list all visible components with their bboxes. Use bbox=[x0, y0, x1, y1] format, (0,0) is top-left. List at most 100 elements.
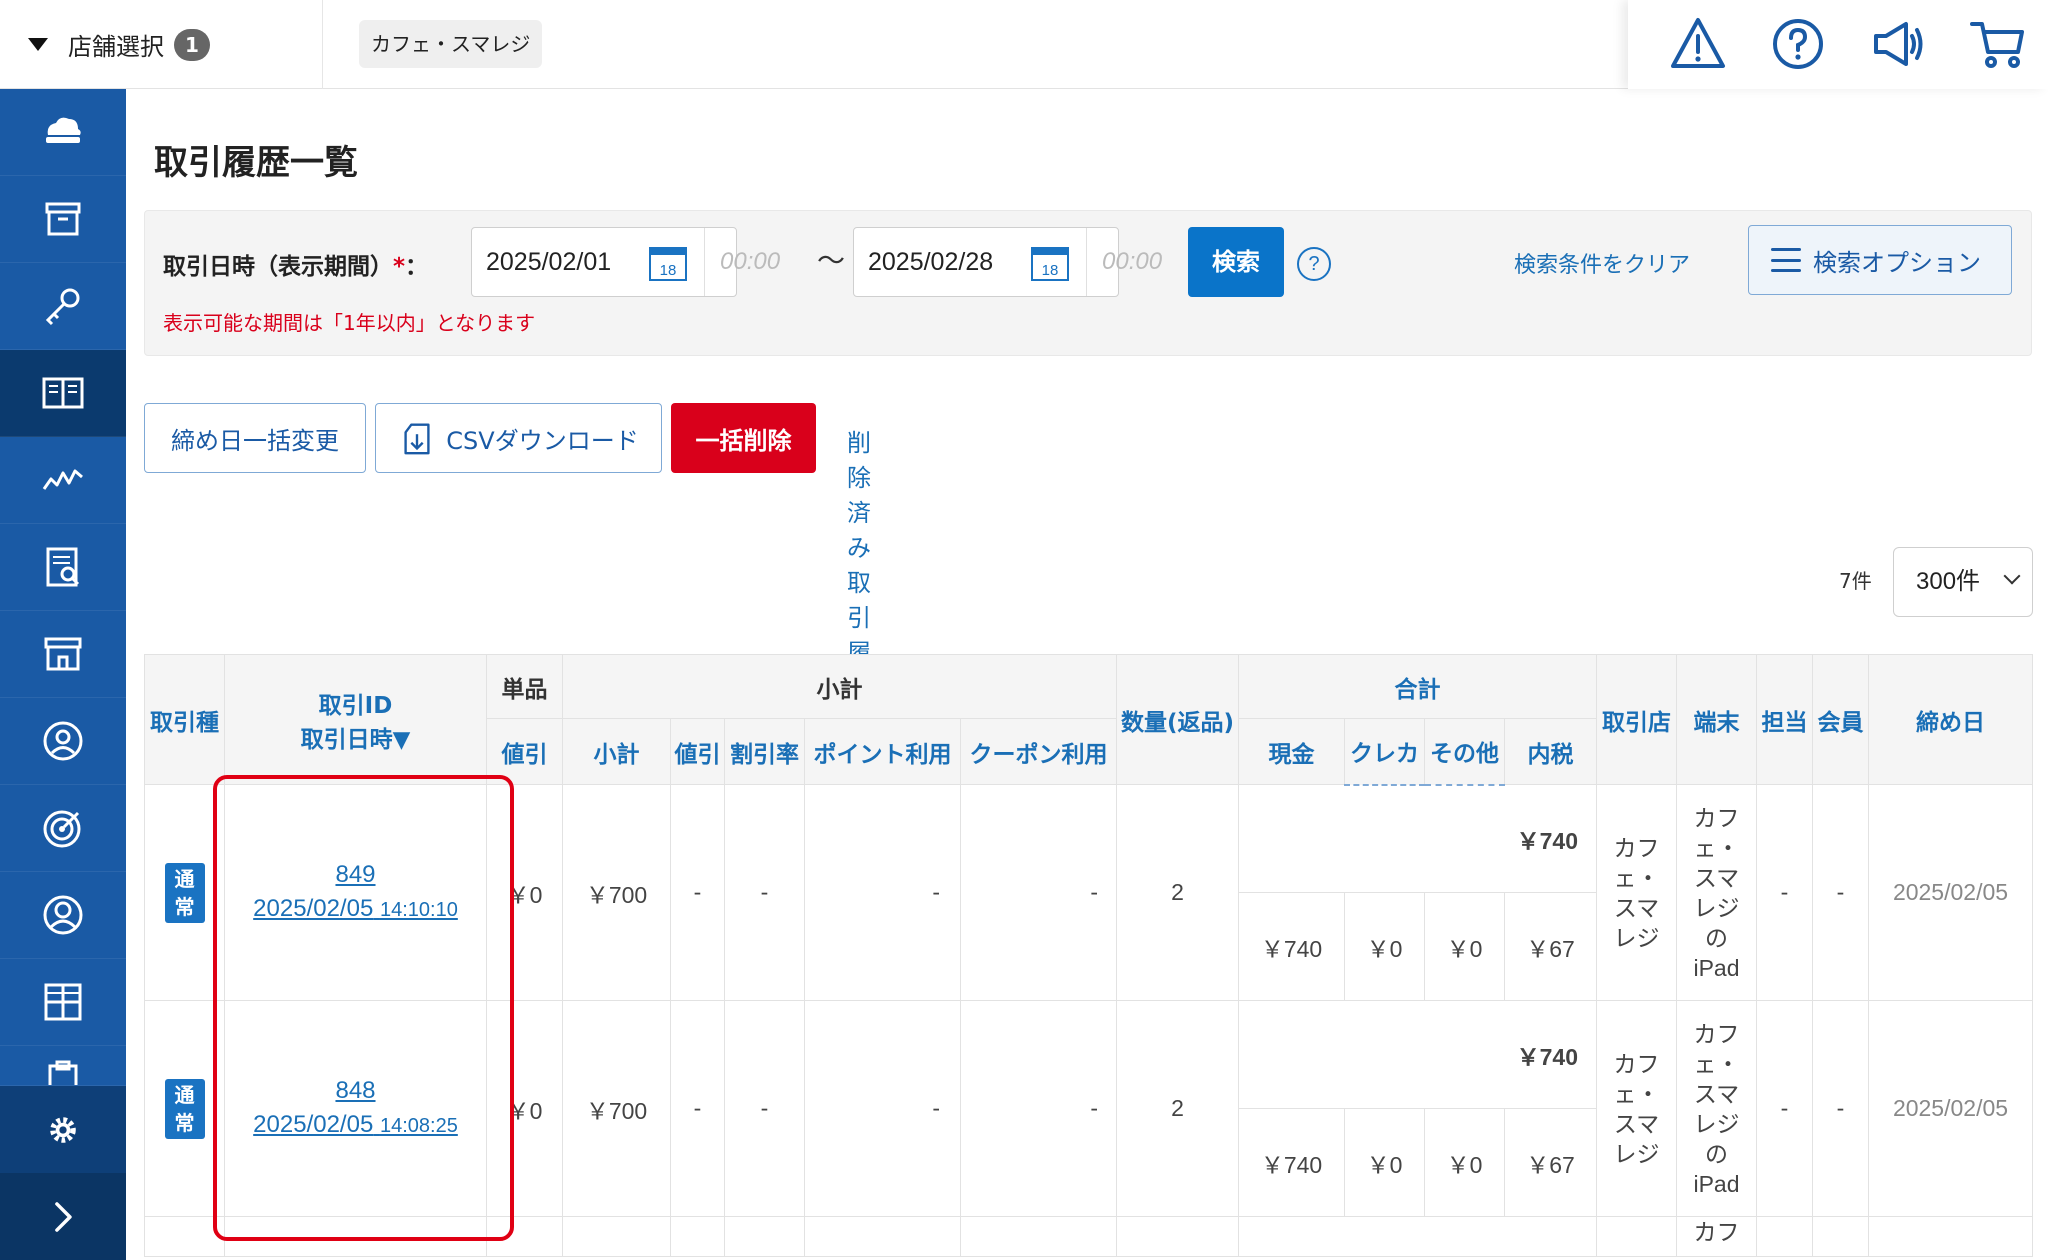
search-help-icon[interactable]: ? bbox=[1297, 247, 1331, 281]
type-badge: 通常 bbox=[164, 862, 205, 923]
clear-conditions-link[interactable]: 検索条件をクリア bbox=[1514, 247, 1690, 279]
col-header-quantity[interactable]: 数量(返品) bbox=[1116, 654, 1239, 785]
col-header-date[interactable]: 取引日時▼ bbox=[225, 720, 486, 754]
col-header-total-group[interactable]: 合計 bbox=[1238, 654, 1597, 719]
period-label: 取引日時（表示期間）*： bbox=[163, 247, 428, 281]
calendar-icon[interactable]: 18 bbox=[648, 244, 688, 282]
field-divider bbox=[704, 228, 705, 296]
from-time-value[interactable]: 00:00 bbox=[720, 248, 780, 276]
member-icon bbox=[43, 895, 83, 935]
col-header-credit[interactable]: クレカ bbox=[1344, 718, 1425, 786]
col-header-id[interactable]: 取引ID bbox=[225, 686, 486, 720]
to-date-value[interactable]: 2025/02/28 bbox=[868, 248, 993, 277]
col-header-sub-discount[interactable]: 値引 bbox=[670, 718, 725, 785]
gear-icon bbox=[50, 1116, 76, 1143]
col-header-cash[interactable]: 現金 bbox=[1238, 718, 1345, 785]
sidebar-item-members[interactable] bbox=[0, 872, 126, 959]
col-header-store[interactable]: 取引店 bbox=[1596, 654, 1677, 785]
cart-icon[interactable] bbox=[1968, 14, 2028, 74]
tax-cell: ￥67 bbox=[1504, 1108, 1597, 1217]
store-select-label: 店舗選択 bbox=[68, 33, 164, 61]
period-note: 表示可能な期間は「1年以内」となります bbox=[163, 311, 536, 335]
sidebar-item-inventory[interactable] bbox=[0, 176, 126, 263]
search-panel: 取引日時（表示期間）*： 2025/02/01 18 00:00 〜 2025/… bbox=[144, 210, 2032, 356]
warning-icon[interactable] bbox=[1668, 14, 1728, 74]
required-mark: * bbox=[393, 254, 406, 280]
partial-cell bbox=[1812, 1216, 1869, 1257]
credit-cell: ￥0 bbox=[1344, 1108, 1425, 1217]
staff-cell: - bbox=[1756, 1000, 1813, 1217]
search-options-button[interactable]: 検索オプション bbox=[1748, 225, 2012, 295]
closing-cell: 2025/02/05 bbox=[1868, 1000, 2033, 1217]
col-header-closing[interactable]: 締め日 bbox=[1868, 654, 2033, 785]
sidebar-item-transactions[interactable] bbox=[0, 350, 126, 437]
help-icon[interactable] bbox=[1768, 14, 1828, 74]
sidebar-item-analytics[interactable] bbox=[0, 437, 126, 524]
col-header-coupon[interactable]: クーポン利用 bbox=[960, 718, 1117, 785]
store-line: ェ・ bbox=[1613, 864, 1660, 891]
partial-cell bbox=[670, 1216, 725, 1257]
col-header-subtotal[interactable]: 小計 bbox=[562, 718, 671, 785]
member-cell: - bbox=[1812, 784, 1869, 1001]
store-cell: カフ ェ・ スマ レジ bbox=[1596, 784, 1677, 1001]
from-date-value[interactable]: 2025/02/01 bbox=[486, 248, 611, 277]
download-icon bbox=[404, 423, 430, 455]
col-header-member[interactable]: 会員 bbox=[1812, 654, 1869, 785]
target-icon bbox=[43, 810, 81, 848]
type-badge-bottom: 常 bbox=[174, 894, 195, 919]
page-title: 取引履歴一覧 bbox=[154, 143, 358, 183]
calendar-icon[interactable]: 18 bbox=[1030, 244, 1070, 282]
col-header-unit: 単品 bbox=[486, 654, 563, 719]
page-size-select[interactable]: 300件 bbox=[1893, 547, 2033, 617]
store-line: レジ bbox=[1613, 924, 1660, 951]
megaphone-icon[interactable] bbox=[1868, 14, 1928, 74]
subtotal-cell: ￥700 bbox=[562, 784, 671, 1001]
csv-download-button[interactable]: CSVダウンロード bbox=[375, 403, 662, 473]
store-count-badge: 1 bbox=[174, 28, 210, 61]
expand-sidebar-button[interactable] bbox=[0, 1173, 126, 1260]
credit-cell: ￥0 bbox=[1344, 892, 1425, 1001]
sidebar-item-clipboard[interactable] bbox=[0, 1046, 126, 1086]
terminal-line: ェ・ bbox=[1693, 834, 1740, 861]
terminal-line: ェ・ bbox=[1693, 1050, 1740, 1077]
from-date-field[interactable]: 2025/02/01 18 00:00 bbox=[471, 227, 780, 297]
caret-down-icon bbox=[28, 38, 48, 51]
sidebar-item-register[interactable] bbox=[0, 89, 126, 176]
col-header-id-date[interactable]: 取引ID 取引日時▼ bbox=[224, 654, 487, 785]
store-line: レジ bbox=[1613, 1140, 1660, 1167]
type-badge-top: 通 bbox=[174, 866, 195, 891]
sidebar-item-reports[interactable] bbox=[0, 524, 126, 611]
sidebar-item-customers[interactable] bbox=[0, 698, 126, 785]
sidebar-item-settings-key[interactable] bbox=[0, 263, 126, 350]
terminal-line: iPad bbox=[1693, 954, 1740, 981]
sub-discount-cell: - bbox=[670, 784, 725, 1001]
store-cell: カフ ェ・ スマ レジ bbox=[1596, 1000, 1677, 1217]
quantity-cell: 2 bbox=[1116, 1000, 1239, 1217]
sidebar-item-apps[interactable] bbox=[0, 959, 126, 1046]
settings-button[interactable] bbox=[0, 1086, 126, 1173]
terminal-line: スマ bbox=[1693, 1080, 1740, 1107]
col-header-tax[interactable]: 内税 bbox=[1504, 718, 1597, 785]
col-header-subtotal-group: 小計 bbox=[562, 654, 1117, 719]
bulk-delete-button[interactable]: 一括削除 bbox=[671, 403, 816, 473]
result-count: 7件 bbox=[1839, 569, 1872, 593]
search-button[interactable]: 検索 bbox=[1188, 227, 1284, 297]
terminal-line: の bbox=[1705, 1140, 1728, 1167]
col-header-staff[interactable]: 担当 bbox=[1756, 654, 1813, 785]
to-date-field[interactable]: 2025/02/28 18 00:00 bbox=[853, 227, 1162, 297]
sidebar-item-stores[interactable] bbox=[0, 611, 126, 698]
partial-cell bbox=[1868, 1216, 2033, 1257]
col-header-other[interactable]: その他 bbox=[1424, 718, 1505, 786]
closing-bulk-change-button[interactable]: 締め日一括変更 bbox=[144, 403, 366, 473]
to-time-value[interactable]: 00:00 bbox=[1102, 248, 1162, 276]
col-header-points[interactable]: ポイント利用 bbox=[804, 718, 961, 785]
col-header-terminal[interactable]: 端末 bbox=[1676, 654, 1757, 785]
store-select-dropdown[interactable]: 店舗選択 1 bbox=[0, 0, 323, 89]
partial-cell bbox=[1116, 1216, 1239, 1257]
closing-cell: 2025/02/05 bbox=[1868, 784, 2033, 1001]
col-header-type[interactable]: 取引種 bbox=[144, 654, 225, 785]
sidebar-item-targets[interactable] bbox=[0, 785, 126, 872]
report-icon bbox=[46, 547, 80, 587]
col-header-discount-rate[interactable]: 割引率 bbox=[724, 718, 805, 785]
top-bar: 店舗選択 1 カフェ・スマレジ bbox=[0, 0, 2048, 89]
